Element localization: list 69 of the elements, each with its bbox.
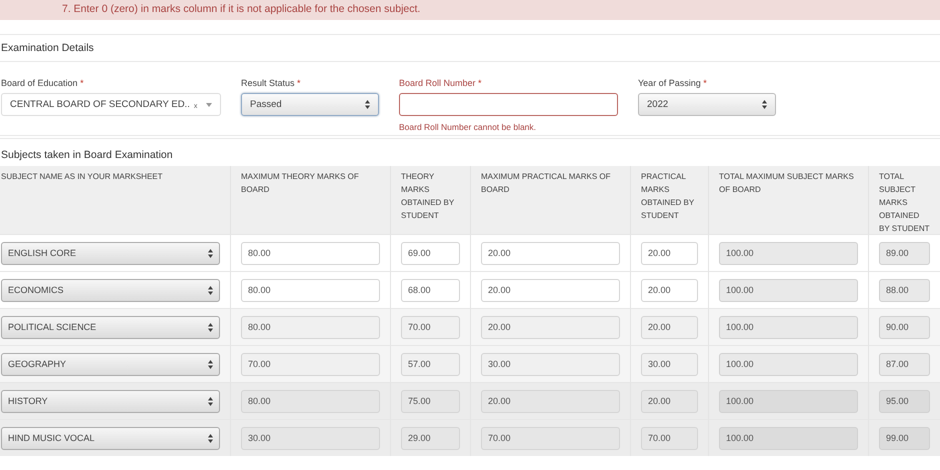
total-marks-field: 88.00 [879,278,930,302]
total-marks-field: 90.00 [879,316,930,338]
marks-input[interactable]: 30.00 [641,352,698,376]
marks-input[interactable]: 29.00 [401,426,460,450]
marks-input[interactable]: 20.00 [641,242,698,264]
marks-input[interactable]: 20.00 [641,316,698,338]
result-status-select[interactable]: Passed [241,93,379,116]
up-down-arrows-icon [208,434,213,442]
marks-input[interactable]: 80.00 [241,390,380,412]
up-down-arrows-icon [208,248,213,258]
field-label: Board Roll Number * [399,78,483,88]
section-title: Examination Details [0,35,940,62]
column-header: TOTAL MAXIMUM SUBJECT MARKS OF BOARD [708,166,868,234]
total-marks-field: 100.00 [719,242,858,264]
up-down-arrows-icon [208,286,213,294]
field-label: Result Status * [241,78,302,88]
field-label: Year of Passing * [638,78,708,88]
subject-select[interactable]: ECONOMICS [1,278,220,302]
up-down-arrows-icon [365,100,370,109]
subject-select[interactable]: GEOGRAPHY [1,352,220,376]
marks-input[interactable]: 75.00 [401,390,460,412]
marks-input[interactable]: 80.00 [241,316,380,338]
up-down-arrows-icon [208,322,213,332]
marks-input[interactable]: 20.00 [481,316,620,338]
marks-input[interactable]: 30.00 [481,352,620,376]
total-marks-field: 89.00 [879,242,930,264]
error-message: Board Roll Number cannot be blank. [399,122,538,132]
column-header: THEORY MARKS OBTAINED BY STUDENT [390,166,470,234]
column-header: MAXIMUM THEORY MARKS OF BOARD [230,166,390,234]
field-label: Board of Education * [1,78,85,88]
total-marks-field: 100.00 [719,390,858,412]
marks-input[interactable]: 70.00 [401,316,460,338]
marks-input[interactable]: 80.00 [241,242,380,264]
subject-select[interactable]: POLITICAL SCIENCE [1,316,220,338]
notice-text: 7. Enter 0 (zero) in marks column if it is not applicable for the chosen subject. [61,2,422,15]
marks-input[interactable]: 70.00 [481,426,620,450]
year-select[interactable]: 2022 [638,93,776,116]
marks-input[interactable]: 20.00 [481,390,620,412]
marks-input[interactable]: 20.00 [641,278,698,302]
total-marks-field: 95.00 [879,390,930,412]
up-down-arrows-icon [762,100,767,109]
marks-input[interactable]: 30.00 [241,426,380,450]
subject-select[interactable]: HIND MUSIC VOCAL [1,426,220,450]
marks-input[interactable]: 20.00 [641,390,698,412]
marks-input[interactable]: 20.00 [481,242,620,264]
column-header: PRACTICAL MARKS OBTAINED BY STUDENT [630,166,708,234]
total-marks-field: 100.00 [719,316,858,338]
marks-input[interactable]: 68.00 [401,278,460,302]
total-marks-field: 99.00 [879,426,930,450]
marks-input[interactable]: 20.00 [481,278,620,302]
total-marks-field: 100.00 [719,352,858,376]
marks-input[interactable]: 57.00 [401,352,460,376]
column-header: MAXIMUM PRACTICAL MARKS OF BOARD [470,166,630,234]
column-header: SUBJECT NAME AS IN YOUR MARKSHEET [0,166,230,234]
column-header: TOTAL SUBJECT MARKS OBTAINED BY STUDENT [868,166,940,234]
roll-number-input[interactable] [399,93,618,116]
total-marks-field: 100.00 [719,426,858,450]
section-title: Subjects taken in Board Examination [0,148,174,163]
marks-input[interactable]: 70.00 [641,426,698,450]
up-down-arrows-icon [208,360,213,368]
marks-input[interactable]: 80.00 [241,278,380,302]
subject-select[interactable]: HISTORY [1,390,220,412]
caret-icon [206,102,212,106]
total-marks-field: 87.00 [879,352,930,376]
total-marks-field: 100.00 [719,278,858,302]
up-down-arrows-icon [208,396,213,406]
marks-input[interactable]: 69.00 [401,242,460,264]
subject-select[interactable]: ENGLISH CORE [1,242,220,264]
marks-input[interactable]: 70.00 [241,352,380,376]
